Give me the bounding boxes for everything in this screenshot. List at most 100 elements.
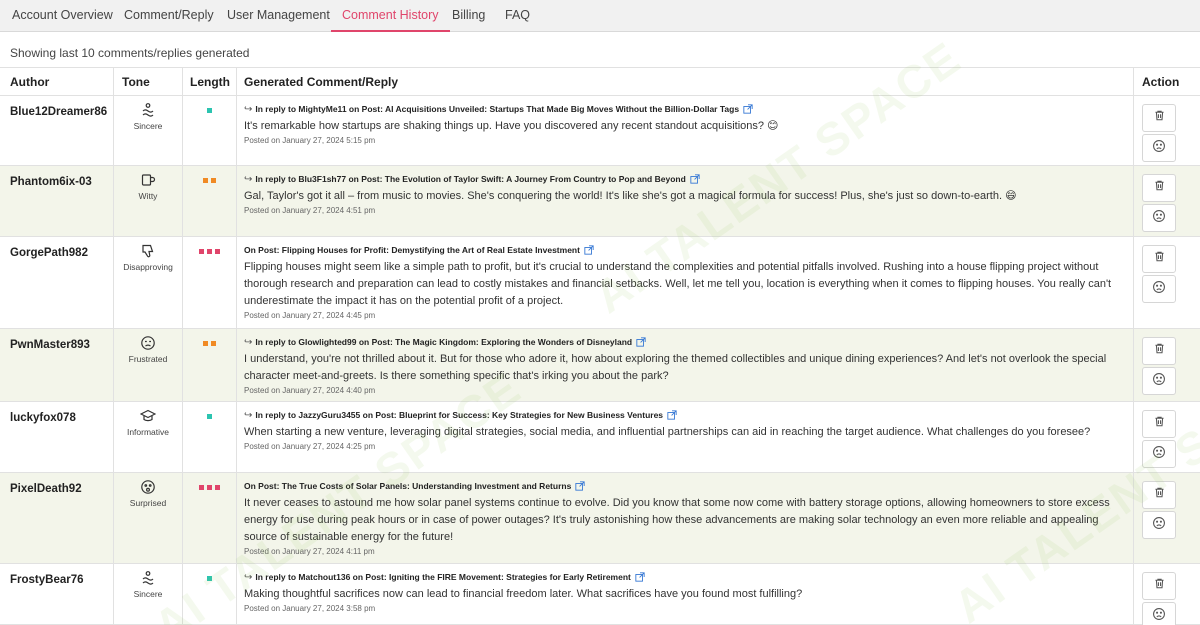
author-name: PwnMaster893 bbox=[10, 339, 90, 351]
generated-comment: ↪ In reply to Glowlighted99 on Post: The … bbox=[244, 336, 1124, 397]
length-dot bbox=[214, 485, 220, 490]
row-actions bbox=[1142, 104, 1176, 164]
length-dot bbox=[202, 341, 208, 346]
comment-text: Gal, Taylor's got it all – from music to… bbox=[244, 190, 1017, 202]
length-dot bbox=[198, 249, 204, 254]
table-row: luckyfox078 Informative ↪ In reply to Jaz… bbox=[0, 402, 1200, 473]
table-header: Author Tone Length Generated Comment/Rep… bbox=[0, 67, 1200, 96]
tone-label: Disapproving bbox=[123, 262, 173, 272]
column-tone: Tone bbox=[122, 75, 150, 89]
row-actions bbox=[1142, 174, 1176, 234]
external-link-icon[interactable] bbox=[690, 174, 700, 187]
comment-context: ↪ In reply to JazzyGuru3455 on Post: Blue… bbox=[244, 409, 1124, 423]
reply-icon: ↪ bbox=[244, 410, 253, 421]
dislike-button[interactable] bbox=[1142, 275, 1176, 303]
length-dot bbox=[210, 341, 216, 346]
external-link-icon[interactable] bbox=[743, 104, 753, 117]
trash-icon bbox=[1153, 179, 1166, 197]
sad-face-icon bbox=[1152, 607, 1166, 625]
tone-cell: Sincere bbox=[114, 570, 182, 599]
delete-button[interactable] bbox=[1142, 481, 1176, 509]
reply-icon: ↪ bbox=[244, 337, 253, 348]
delete-button[interactable] bbox=[1142, 337, 1176, 365]
tone-label: Sincere bbox=[133, 589, 163, 599]
tab-user-management[interactable]: User Management bbox=[216, 0, 341, 32]
tab-comment-reply[interactable]: Comment/Reply bbox=[113, 0, 225, 32]
comment-context: ↪ In reply to Matchout136 on Post: Igniti… bbox=[244, 571, 1124, 585]
length-indicator bbox=[182, 414, 236, 419]
dislike-button[interactable] bbox=[1142, 602, 1176, 625]
comment-context: On Post: Flipping Houses for Profit: Dem… bbox=[244, 244, 1124, 258]
row-actions bbox=[1142, 245, 1176, 305]
author-name: luckyfox078 bbox=[10, 412, 76, 424]
dislike-button[interactable] bbox=[1142, 440, 1176, 468]
length-dot bbox=[202, 178, 208, 183]
length-indicator bbox=[182, 576, 236, 581]
sad-face-icon bbox=[1152, 280, 1166, 299]
tone-cell: Informative bbox=[114, 408, 182, 437]
wave-icon bbox=[140, 570, 156, 586]
external-link-icon[interactable] bbox=[636, 337, 646, 350]
author-name: GorgePath982 bbox=[10, 247, 88, 259]
external-link-icon[interactable] bbox=[584, 245, 594, 258]
table-row: Phantom6ix-03 Witty ↪ In reply to Blu3F1s… bbox=[0, 166, 1200, 237]
tone-cell: Surprised bbox=[114, 479, 182, 508]
tone-cell: Sincere bbox=[114, 102, 182, 131]
column-divider bbox=[113, 67, 114, 625]
length-dot bbox=[214, 249, 220, 254]
dislike-button[interactable] bbox=[1142, 367, 1176, 395]
tone-label: Informative bbox=[126, 427, 170, 437]
tab-comment-history[interactable]: Comment History bbox=[331, 0, 450, 32]
context-text: In reply to MightyMe11 on Post: AI Acqui… bbox=[255, 104, 740, 114]
tab-faq[interactable]: FAQ bbox=[494, 0, 541, 32]
posted-date: Posted on January 27, 2024 4:40 pm bbox=[244, 386, 376, 395]
length-dot bbox=[210, 178, 216, 183]
author-name: FrostyBear76 bbox=[10, 574, 84, 586]
external-link-icon[interactable] bbox=[575, 481, 585, 494]
surprised-face-icon bbox=[140, 479, 156, 495]
delete-button[interactable] bbox=[1142, 410, 1176, 438]
trash-icon bbox=[1153, 577, 1166, 595]
dislike-button[interactable] bbox=[1142, 511, 1176, 539]
delete-button[interactable] bbox=[1142, 245, 1176, 273]
comment-text: It never ceases to astound me how solar … bbox=[244, 497, 1110, 543]
tone-label: Surprised bbox=[129, 498, 167, 508]
tab-billing[interactable]: Billing bbox=[441, 0, 496, 32]
dislike-button[interactable] bbox=[1142, 134, 1176, 162]
trash-icon bbox=[1153, 109, 1166, 127]
length-indicator bbox=[182, 249, 236, 254]
context-text: In reply to Matchout136 on Post: Ignitin… bbox=[255, 572, 631, 582]
author-name: Blue12Dreamer86 bbox=[10, 106, 108, 118]
generated-comment: ↪ In reply to Matchout136 on Post: Igniti… bbox=[244, 571, 1124, 615]
comment-text: I understand, you're not thrilled about … bbox=[244, 353, 1107, 382]
sad-face-icon bbox=[1152, 372, 1166, 391]
dislike-button[interactable] bbox=[1142, 204, 1176, 232]
row-actions bbox=[1142, 572, 1176, 625]
trash-icon bbox=[1153, 415, 1166, 433]
delete-button[interactable] bbox=[1142, 104, 1176, 132]
table-row: FrostyBear76 Sincere ↪ In reply to Matcho… bbox=[0, 564, 1200, 625]
generated-comment: ↪ In reply to MightyMe11 on Post: AI Acqu… bbox=[244, 103, 1124, 147]
generated-comment: On Post: Flipping Houses for Profit: Dem… bbox=[244, 244, 1124, 322]
sad-face-icon bbox=[1152, 139, 1166, 158]
sad-face-icon bbox=[1152, 516, 1166, 535]
posted-date: Posted on January 27, 2024 4:11 pm bbox=[244, 547, 375, 556]
tone-cell: Frustrated bbox=[114, 335, 182, 364]
delete-button[interactable] bbox=[1142, 174, 1176, 202]
tab-account-overview[interactable]: Account Overview bbox=[1, 0, 124, 32]
external-link-icon[interactable] bbox=[635, 572, 645, 585]
column-divider bbox=[182, 67, 183, 625]
column-author: Author bbox=[10, 75, 50, 89]
generated-comment: On Post: The True Costs of Solar Panels:… bbox=[244, 480, 1124, 558]
external-link-icon[interactable] bbox=[667, 410, 677, 423]
wave-icon bbox=[140, 102, 156, 118]
delete-button[interactable] bbox=[1142, 572, 1176, 600]
comment-context: ↪ In reply to Glowlighted99 on Post: The … bbox=[244, 336, 1124, 350]
row-actions bbox=[1142, 337, 1176, 397]
column-action: Action bbox=[1142, 75, 1180, 89]
row-actions bbox=[1142, 481, 1176, 541]
length-indicator bbox=[182, 341, 236, 346]
graduation-cap-icon bbox=[139, 408, 157, 424]
trash-icon bbox=[1153, 342, 1166, 360]
sad-face-icon bbox=[1152, 209, 1166, 228]
